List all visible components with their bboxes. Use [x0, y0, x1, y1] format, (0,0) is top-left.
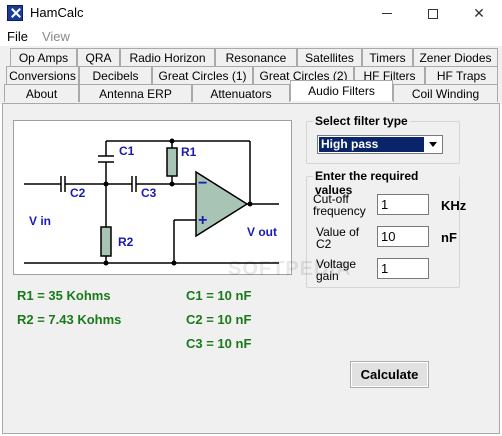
label-c2: C2: [70, 186, 86, 200]
tab-decibels[interactable]: Decibels: [79, 66, 152, 84]
label-r2: R2: [118, 235, 134, 249]
calculate-button[interactable]: Calculate: [350, 361, 429, 388]
c2-unit: nF: [441, 230, 457, 245]
result-c2: C2 = 10 nF: [186, 312, 252, 327]
cutoff-label-line2: frequency: [313, 204, 366, 218]
cutoff-frequency-input[interactable]: [377, 194, 429, 215]
cutoff-unit: KHz: [441, 198, 467, 213]
tab-coil-winding[interactable]: Coil Winding: [393, 84, 498, 102]
filter-type-selected: High pass: [319, 137, 424, 152]
result-r1: R1 = 35 Kohms: [17, 288, 111, 303]
circuit-diagram: C1 C2 C3 R1 R2 V in V out − +: [13, 120, 292, 275]
result-c3: C3 = 10 nF: [186, 336, 252, 351]
tab-attenuators[interactable]: Attenuators: [192, 84, 290, 102]
title-bar: HamCalc ✕: [0, 0, 502, 27]
maximize-icon: [428, 8, 438, 19]
close-icon: ✕: [473, 5, 485, 21]
tab-satellites[interactable]: Satellites: [297, 48, 362, 66]
tab-about[interactable]: About: [4, 84, 79, 102]
maximize-button[interactable]: [410, 0, 456, 27]
result-r2: R2 = 7.43 Kohms: [17, 312, 122, 327]
tab-audio-filters[interactable]: Audio Filters: [290, 80, 393, 101]
menu-bar: File View: [0, 27, 502, 46]
tab-hf-traps[interactable]: HF Traps: [425, 66, 498, 84]
menu-file[interactable]: File: [0, 27, 35, 46]
label-c1: C1: [119, 144, 135, 158]
opamp-plus-sign: +: [198, 212, 207, 229]
minimize-button[interactable]: [364, 0, 410, 27]
opamp-minus-sign: −: [198, 175, 207, 192]
minimize-icon: [382, 13, 392, 14]
tab-op-amps[interactable]: Op Amps: [10, 48, 77, 66]
filter-type-select[interactable]: High pass: [317, 135, 443, 154]
chevron-down-icon[interactable]: [425, 137, 441, 152]
window-title: HamCalc: [30, 5, 84, 20]
voltage-gain-input[interactable]: [377, 258, 429, 279]
softpedia-watermark: SOFTPEDIA: [228, 258, 352, 280]
tab-zener-diodes[interactable]: Zener Diodes: [413, 48, 498, 66]
tab-timers[interactable]: Timers: [362, 48, 413, 66]
tab-strip: Op Amps QRA Radio Horizon Resonance Sate…: [0, 46, 502, 104]
c2-label-line2: C2: [316, 237, 332, 251]
tab-qra[interactable]: QRA: [77, 48, 120, 66]
close-button[interactable]: ✕: [456, 0, 502, 27]
label-c3: C3: [141, 186, 157, 200]
circuit-schematic: C1 C2 C3 R1 R2 V in V out − +: [24, 138, 279, 266]
tab-resonance[interactable]: Resonance: [215, 48, 297, 66]
result-c1: C1 = 10 nF: [186, 288, 252, 303]
tab-radio-horizon[interactable]: Radio Horizon: [120, 48, 215, 66]
label-r1: R1: [181, 145, 197, 159]
label-vin: V in: [29, 214, 51, 228]
label-vout: V out: [247, 225, 277, 239]
tab-conversions[interactable]: Conversions: [6, 66, 79, 84]
tab-antenna-erp[interactable]: Antenna ERP: [79, 84, 192, 102]
tab-great-circles-1[interactable]: Great Circles (1): [152, 66, 253, 84]
c2-value-input[interactable]: [377, 226, 429, 247]
app-icon: [7, 5, 23, 21]
filter-type-title: Select filter type: [313, 114, 410, 128]
menu-view[interactable]: View: [35, 27, 77, 46]
